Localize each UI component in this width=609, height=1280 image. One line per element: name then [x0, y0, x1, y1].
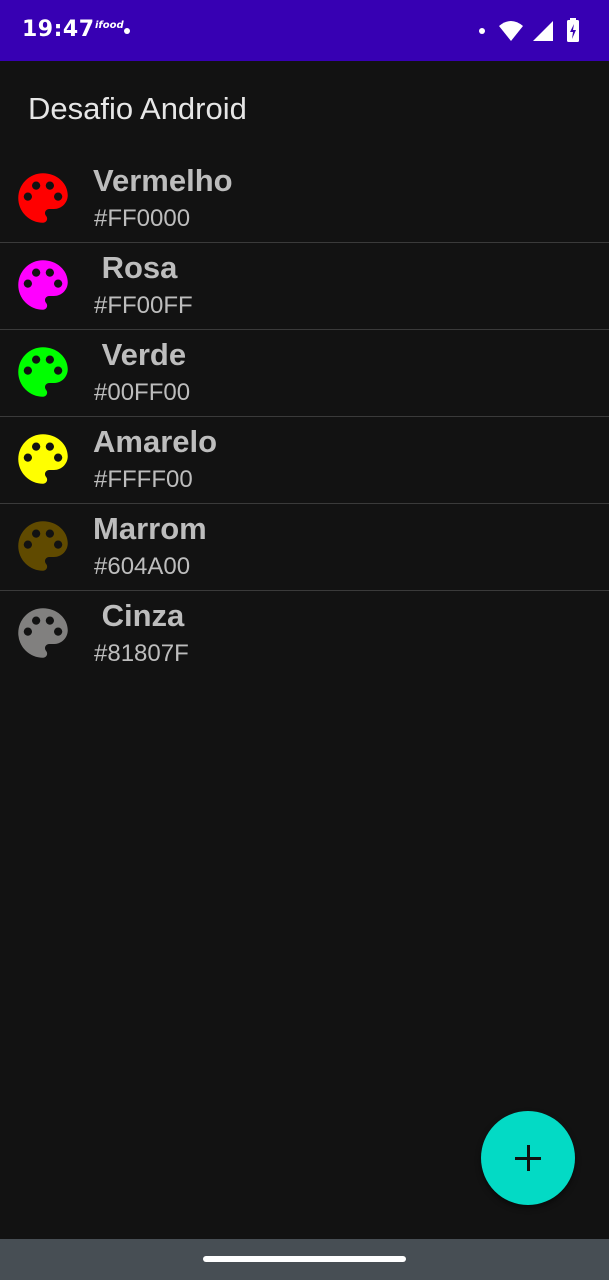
color-name: Verde [93, 337, 187, 372]
color-list-item[interactable]: Marrom #604A00 [0, 504, 609, 591]
status-icons [491, 16, 591, 46]
navigation-bar [0, 1239, 609, 1280]
color-name: Cinza [93, 598, 185, 633]
status-bar: 19:47 ifood [0, 0, 609, 61]
color-hex-code: #FF00FF [94, 292, 193, 319]
wifi-icon [499, 21, 523, 41]
color-list-item[interactable]: Rosa #FF00FF [0, 243, 609, 330]
ifood-notification-icon: ifood [95, 20, 124, 31]
color-name: Amarelo [93, 424, 218, 459]
app-title: Desafio Android [28, 91, 247, 126]
color-hex-code: #FFFF00 [94, 466, 193, 493]
status-time: 19:47 [22, 17, 95, 42]
signal-icon [533, 21, 553, 41]
color-hex-code: #81807F [94, 640, 189, 667]
color-name: Marrom [93, 511, 207, 546]
color-list-item[interactable]: Cinza #81807F [0, 591, 609, 677]
add-icon [515, 1145, 541, 1171]
color-hex-code: #00FF00 [94, 379, 191, 406]
color-name: Rosa [93, 250, 178, 285]
color-list-item[interactable]: Vermelho #FF0000 [0, 156, 609, 243]
add-color-button[interactable] [481, 1111, 575, 1205]
color-list-item[interactable]: Amarelo #FFFF00 [0, 417, 609, 504]
palette-icon [10, 252, 76, 318]
color-hex-code: #FF0000 [94, 205, 191, 232]
app-bar: Desafio Android [0, 61, 609, 157]
color-hex-code: #604A00 [94, 553, 191, 580]
palette-icon [10, 426, 76, 492]
palette-icon [10, 513, 76, 579]
color-list: Vermelho #FF0000 Rosa #FF00FF Verde #00FF00… [0, 156, 609, 677]
palette-icon [10, 600, 76, 666]
home-indicator[interactable] [203, 1256, 406, 1262]
notification-dot-icon [479, 28, 485, 34]
battery-charging-icon [567, 18, 579, 42]
palette-icon [10, 339, 76, 405]
palette-icon [10, 165, 76, 231]
color-name: Vermelho [93, 163, 233, 198]
notification-dot-icon [124, 28, 130, 34]
color-list-item[interactable]: Verde #00FF00 [0, 330, 609, 417]
